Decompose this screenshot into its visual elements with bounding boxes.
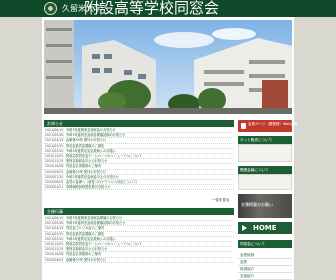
- sidebar-links: 会長挨拶 会則 役員紹介 支部紹介: [238, 252, 292, 280]
- event-link[interactable]: 同窓会名簿更新のご案内: [66, 252, 101, 256]
- news-date: 2021/05/28: [45, 133, 64, 138]
- school-emblem-icon[interactable]: [44, 2, 57, 15]
- news-list: 2021/06/10 令和3年度関東支部総会のお知らせ 2021/05/28 令和3…: [44, 128, 234, 191]
- event-link[interactable]: 同窓会役員会開催のご報告: [66, 232, 104, 236]
- page-background-left: [0, 17, 42, 280]
- directory-banner[interactable]: 名簿掲載のお願い: [238, 194, 292, 218]
- event-link[interactable]: 令和3年度関東支部総会開催のお知らせ: [66, 216, 122, 220]
- news-link[interactable]: 会報第36号 発刊のお知らせ: [66, 138, 106, 142]
- sidebar-box-meetings: [238, 174, 292, 190]
- event-date: 2021/05/28: [45, 221, 64, 226]
- news-more-link[interactable]: 一覧を見る: [212, 198, 230, 203]
- news-link[interactable]: 令和3年度関東支部総会のお知らせ: [66, 128, 116, 132]
- event-date: 2021/02/10: [45, 236, 64, 241]
- sidebar-link[interactable]: 会長挨拶: [238, 252, 292, 259]
- news-date: 2020/06/05: [45, 179, 64, 184]
- news-date: 2021/06/10: [45, 128, 64, 133]
- directory-banner-caption: 名簿掲載のお願い: [241, 202, 273, 207]
- sidebar-section-online-shop[interactable]: ネット販売について: [238, 136, 292, 144]
- event-date: 2021/06/10: [45, 216, 64, 221]
- events-section-title: 主催行事: [44, 208, 234, 215]
- event-date: 2020/10/08: [45, 252, 64, 257]
- hero-image: [44, 20, 292, 114]
- news-link[interactable]: 同窓会役員会開催のご報告: [66, 144, 104, 148]
- arrow-right-icon: [242, 225, 247, 231]
- member-login-button[interactable]: 会員ページ（要登録）Web会報: [238, 120, 298, 132]
- event-date: 2021/03/20: [45, 231, 64, 236]
- news-link[interactable]: 附設高校同窓会ホームページのリニューアルについて: [66, 154, 142, 158]
- home-button[interactable]: HOME: [238, 222, 292, 234]
- event-link[interactable]: 会報第35号 発刊のお知らせ: [66, 258, 106, 262]
- site-title[interactable]: 附設高等学校同窓会: [84, 0, 219, 17]
- sidebar-link[interactable]: 会則: [238, 259, 292, 266]
- event-link[interactable]: 令和3年度同窓会総会開催延期のお知らせ: [66, 221, 125, 225]
- news-link[interactable]: 会員の皆様へ（新型コロナウイルス対応について）: [66, 180, 139, 184]
- events-list: 2021/06/10 令和3年度関東支部総会開催のお知らせ 2021/05/28 令…: [44, 216, 234, 263]
- site-header: 久留米大学 附設高等学校同窓会: [0, 0, 336, 17]
- sidebar-section-meetings[interactable]: 関連会議について: [238, 166, 292, 174]
- news-date: 2021/02/10: [45, 148, 64, 153]
- event-date: 2021/04/15: [45, 226, 64, 231]
- lock-icon: [241, 123, 246, 129]
- news-date: 2020/09/02: [45, 169, 64, 174]
- sidebar-box-online-shop: [238, 144, 292, 162]
- event-link[interactable]: 関西支部総会中止のお知らせ: [66, 247, 107, 251]
- news-link[interactable]: 令和3年度同窓会総会開催延期のお知らせ: [66, 133, 125, 137]
- news-date: 2021/03/20: [45, 143, 64, 148]
- event-date: 2020/09/02: [45, 257, 64, 262]
- news-section-title: お知らせ: [44, 120, 234, 127]
- event-link[interactable]: 附設高校同窓会ホームページのリニューアルについて: [66, 242, 142, 246]
- member-login-label: 会員ページ（要登録）Web会報: [248, 122, 298, 126]
- news-link[interactable]: 令和2年度同窓会総会中止のお知らせ: [66, 175, 119, 179]
- news-date: 2021/04/15: [45, 138, 64, 143]
- news-date: 2020/04/01: [45, 185, 64, 190]
- news-date: 2020/11/15: [45, 159, 64, 164]
- event-link[interactable]: 令和3年度同窓会会費納入のお願い: [66, 237, 116, 241]
- news-link[interactable]: 事務局開設時間変更のお知らせ: [66, 185, 111, 189]
- sidebar-section-about[interactable]: 同窓会について: [238, 240, 292, 248]
- sidebar-link[interactable]: 役員紹介: [238, 266, 292, 273]
- page-background-right: [294, 17, 336, 280]
- list-item[interactable]: 2020/09/02 会報第35号 発刊のお知らせ: [44, 258, 234, 263]
- list-item[interactable]: 2020/04/01 事務局開設時間変更のお知らせ: [44, 185, 234, 191]
- news-date: 2020/07/20: [45, 174, 64, 179]
- news-date: 2020/10/08: [45, 164, 64, 169]
- news-date: 2020/12/01: [45, 154, 64, 159]
- news-link[interactable]: 令和3年度同窓会会費納入のお願い: [66, 149, 116, 153]
- event-link[interactable]: 同窓会ゴルフ大会のご案内: [66, 226, 104, 230]
- news-link[interactable]: 会報第35号 発刊のお知らせ: [66, 170, 106, 174]
- sidebar-link[interactable]: 支部紹介: [238, 273, 292, 280]
- event-date: 2020/11/15: [45, 247, 64, 252]
- home-label: HOME: [253, 224, 277, 232]
- news-link[interactable]: 関西支部総会中止のお知らせ: [66, 159, 107, 163]
- news-link[interactable]: 同窓会名簿更新のご案内: [66, 164, 101, 168]
- event-date: 2020/12/01: [45, 242, 64, 247]
